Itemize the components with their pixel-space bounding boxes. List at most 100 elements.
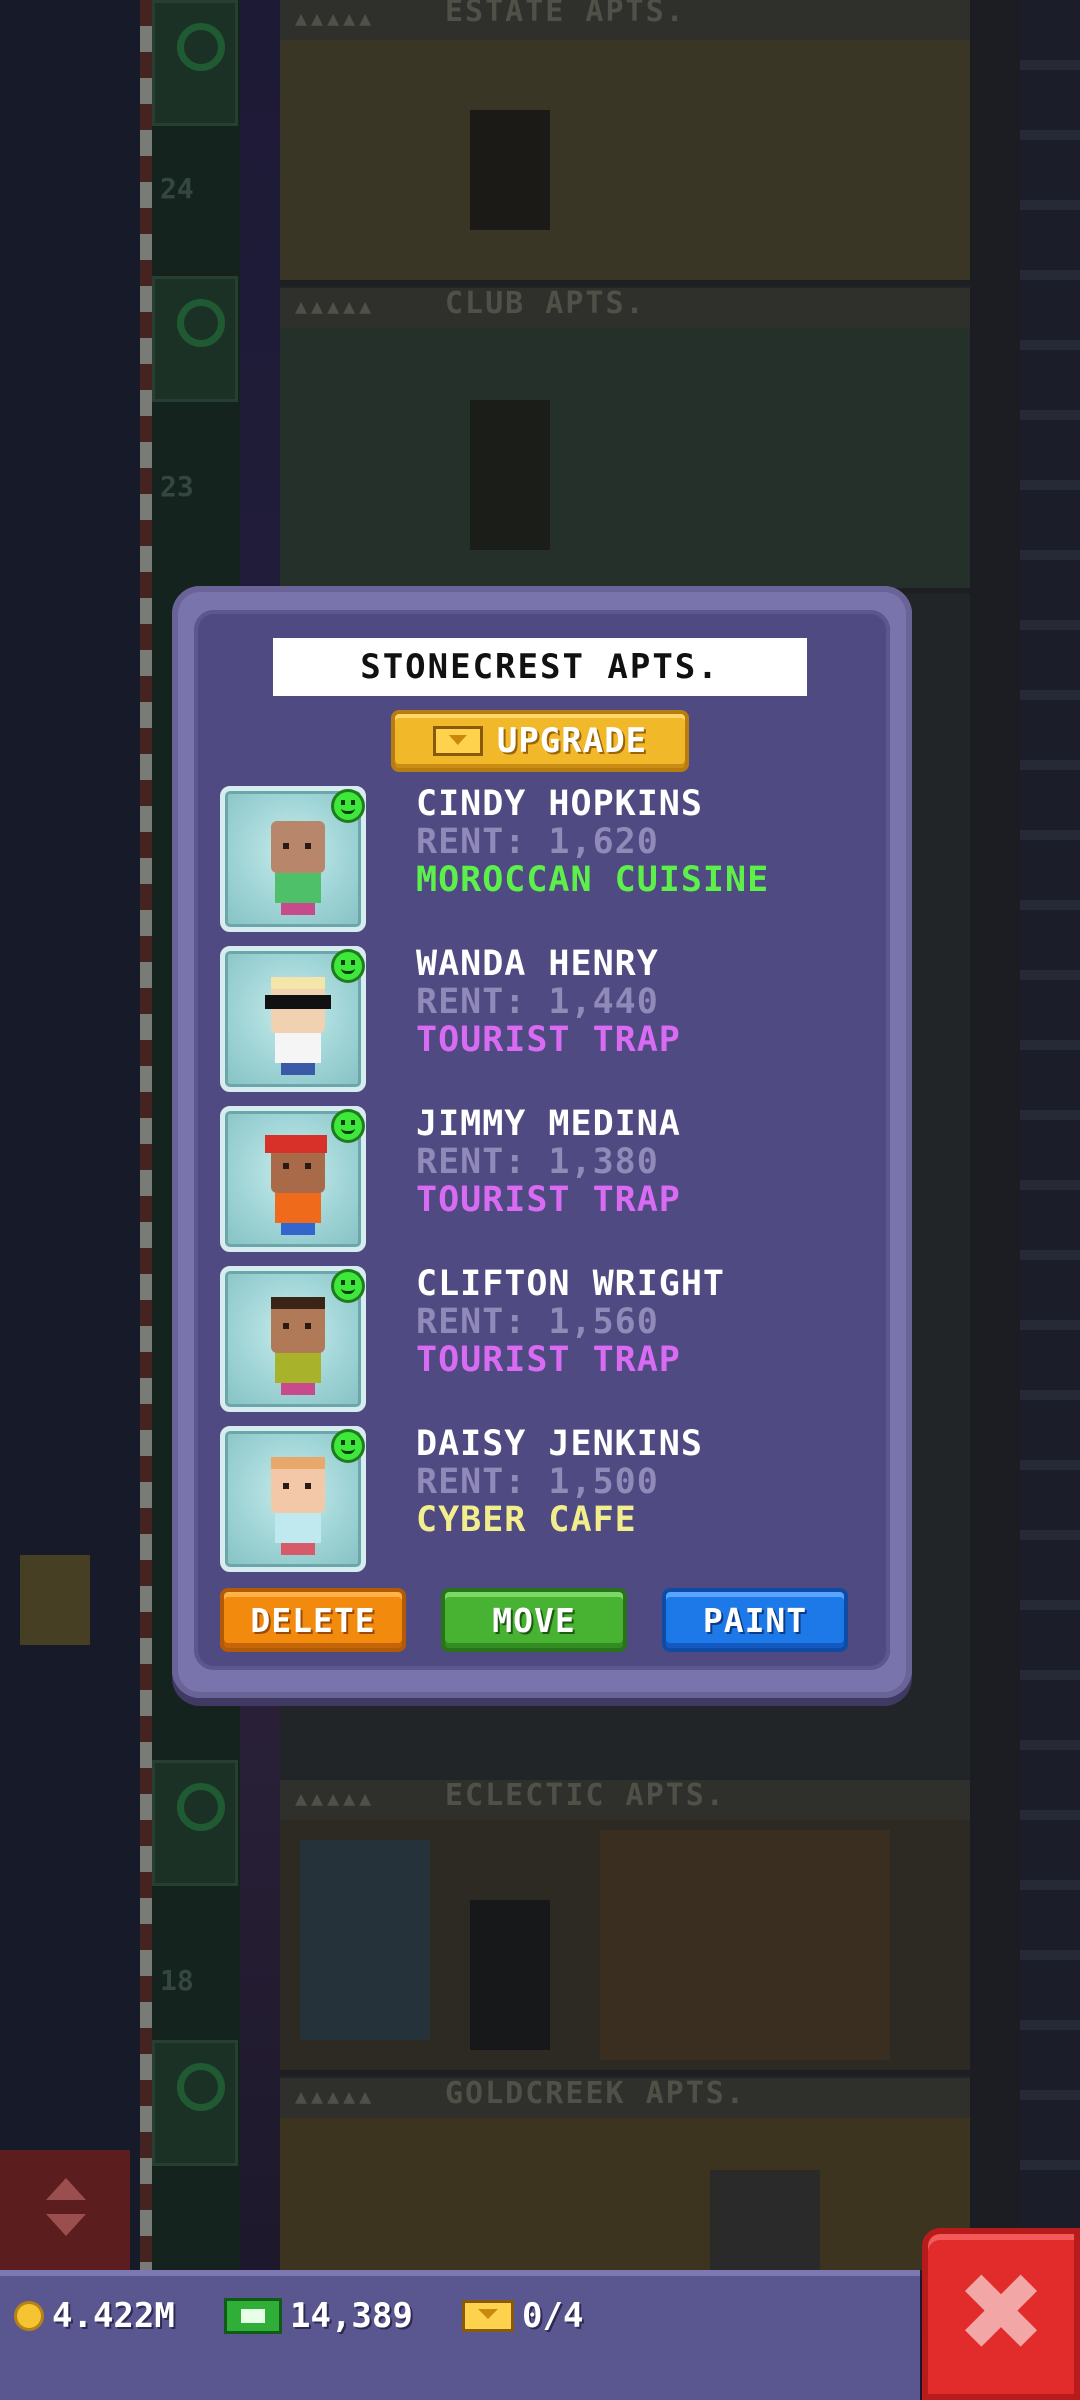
wall-art xyxy=(300,1840,430,2040)
sunglasses-icon xyxy=(265,995,331,1009)
avatar-eye xyxy=(283,1163,289,1169)
floor-label: ESTATE APTS. xyxy=(445,0,686,29)
resident-name: JIMMY MEDINA xyxy=(416,1104,681,1144)
tower-bux-icon xyxy=(462,2300,514,2332)
avatar-legs xyxy=(281,1223,315,1235)
resident-rent: RENT: 1,500 xyxy=(416,1462,659,1502)
happy-face-icon xyxy=(331,1429,365,1463)
resident-portrait[interactable] xyxy=(220,1106,366,1252)
floor-dots: ▲▲▲▲▲ xyxy=(295,6,376,30)
avatar xyxy=(271,1457,325,1555)
avatar-eye xyxy=(283,843,289,849)
resident-job[interactable]: TOURIST TRAP xyxy=(416,1020,681,1060)
coins-value: 4.422M xyxy=(52,2296,175,2336)
floor-club[interactable] xyxy=(280,328,970,594)
resident-rent: RENT: 1,620 xyxy=(416,822,659,862)
avatar-hair xyxy=(271,977,325,989)
avatar-shirt xyxy=(275,873,321,903)
tower-bux-icon xyxy=(432,726,483,756)
resident-row: JIMMY MEDINA RENT: 1,380 TOURIST TRAP xyxy=(220,1104,860,1256)
floor-number: 23 xyxy=(160,470,194,503)
door xyxy=(470,1900,550,2050)
floor-label: ECLECTIC APTS. xyxy=(445,1778,726,1813)
resident-row: DAISY JENKINS RENT: 1,500 CYBER CAFE xyxy=(220,1424,860,1576)
upgrade-button[interactable]: UPGRADE xyxy=(391,710,689,772)
bux-stat[interactable]: 0/4 xyxy=(462,2296,583,2336)
resident-portrait[interactable] xyxy=(220,1266,366,1412)
move-button[interactable]: MOVE xyxy=(441,1588,627,1652)
floor-dots: ▲▲▲▲▲ xyxy=(295,2084,376,2108)
neighbor-sign xyxy=(20,1555,90,1645)
avatar-head xyxy=(271,821,325,873)
avatar-hair xyxy=(271,1297,325,1309)
avatar-legs xyxy=(281,1063,315,1075)
elevator-lobby xyxy=(152,1760,238,1886)
avatar-legs xyxy=(281,903,315,915)
door xyxy=(470,110,550,230)
avatar-eye xyxy=(305,1483,311,1489)
tower-edge xyxy=(970,0,1020,2270)
resident-portrait[interactable] xyxy=(220,786,366,932)
resident-name: CINDY HOPKINS xyxy=(416,784,703,824)
resident-row: CINDY HOPKINS RENT: 1,620 MOROCCAN CUISI… xyxy=(220,784,860,936)
floor-dots: ▲▲▲▲▲ xyxy=(295,294,376,318)
room-wall xyxy=(600,1830,890,2060)
neighbor-building-right xyxy=(1020,0,1080,2270)
avatar-eye xyxy=(305,843,311,849)
cash-stat[interactable]: 14,389 xyxy=(224,2296,413,2336)
cash-icon xyxy=(224,2298,282,2334)
wreath-icon xyxy=(177,2063,225,2111)
close-icon: ✖ xyxy=(955,2251,1047,2376)
resident-portrait[interactable] xyxy=(220,946,366,1092)
wreath-icon xyxy=(177,299,225,347)
resident-row: WANDA HENRY RENT: 1,440 TOURIST TRAP xyxy=(220,944,860,1096)
arrow-up-icon xyxy=(46,2178,86,2200)
resident-name: WANDA HENRY xyxy=(416,944,659,984)
resident-rent: RENT: 1,440 xyxy=(416,982,659,1022)
floor-number: 18 xyxy=(160,1964,194,1997)
paint-button[interactable]: PAINT xyxy=(662,1588,848,1652)
door xyxy=(470,400,550,550)
resident-name: CLIFTON WRIGHT xyxy=(416,1264,726,1304)
elevator-lobby xyxy=(152,2040,238,2166)
avatar-shirt xyxy=(275,1033,321,1063)
floor-number: 24 xyxy=(160,172,194,205)
resident-row: CLIFTON WRIGHT RENT: 1,560 TOURIST TRAP xyxy=(220,1264,860,1416)
avatar xyxy=(271,1297,325,1395)
delete-button[interactable]: DELETE xyxy=(220,1588,406,1652)
door xyxy=(710,2170,820,2270)
neighbor-building xyxy=(0,0,140,2270)
coins-stat[interactable]: 4.422M xyxy=(14,2296,175,2336)
floor-label: CLUB APTS. xyxy=(445,286,646,321)
floor-dots: ▲▲▲▲▲ xyxy=(295,1786,376,1810)
happy-face-icon xyxy=(331,949,365,983)
bux-value: 0/4 xyxy=(522,2296,584,2336)
avatar-eye xyxy=(283,1483,289,1489)
cap-icon xyxy=(265,1135,327,1153)
avatar-legs xyxy=(281,1383,315,1395)
resident-portrait[interactable] xyxy=(220,1426,366,1572)
floor-estate[interactable] xyxy=(280,30,970,286)
resident-job[interactable]: MOROCCAN CUISINE xyxy=(416,860,769,900)
coin-icon xyxy=(14,2301,44,2331)
close-button[interactable]: ✖ xyxy=(922,2228,1080,2400)
upgrade-label: UPGRADE xyxy=(496,721,648,761)
elevator-arrows[interactable] xyxy=(20,2170,106,2250)
happy-face-icon xyxy=(331,1109,365,1143)
resident-job[interactable]: TOURIST TRAP xyxy=(416,1180,681,1220)
happy-face-icon xyxy=(331,1269,365,1303)
avatar xyxy=(265,977,331,1075)
elevator-lobby xyxy=(152,276,238,402)
avatar-hair xyxy=(271,1457,325,1469)
avatar-eye xyxy=(305,1163,311,1169)
floor-label: GOLDCREEK APTS. xyxy=(445,2076,746,2111)
arrow-down-icon xyxy=(46,2214,86,2236)
floor-goldcreek[interactable] xyxy=(280,2118,970,2276)
avatar-shirt xyxy=(275,1193,321,1223)
apartment-title: STONECREST APTS. xyxy=(273,638,807,696)
resident-job[interactable]: TOURIST TRAP xyxy=(416,1340,681,1380)
resident-rent: RENT: 1,560 xyxy=(416,1302,659,1342)
wreath-icon xyxy=(177,23,225,71)
resident-job[interactable]: CYBER CAFE xyxy=(416,1500,637,1540)
avatar-eye xyxy=(305,1323,311,1329)
